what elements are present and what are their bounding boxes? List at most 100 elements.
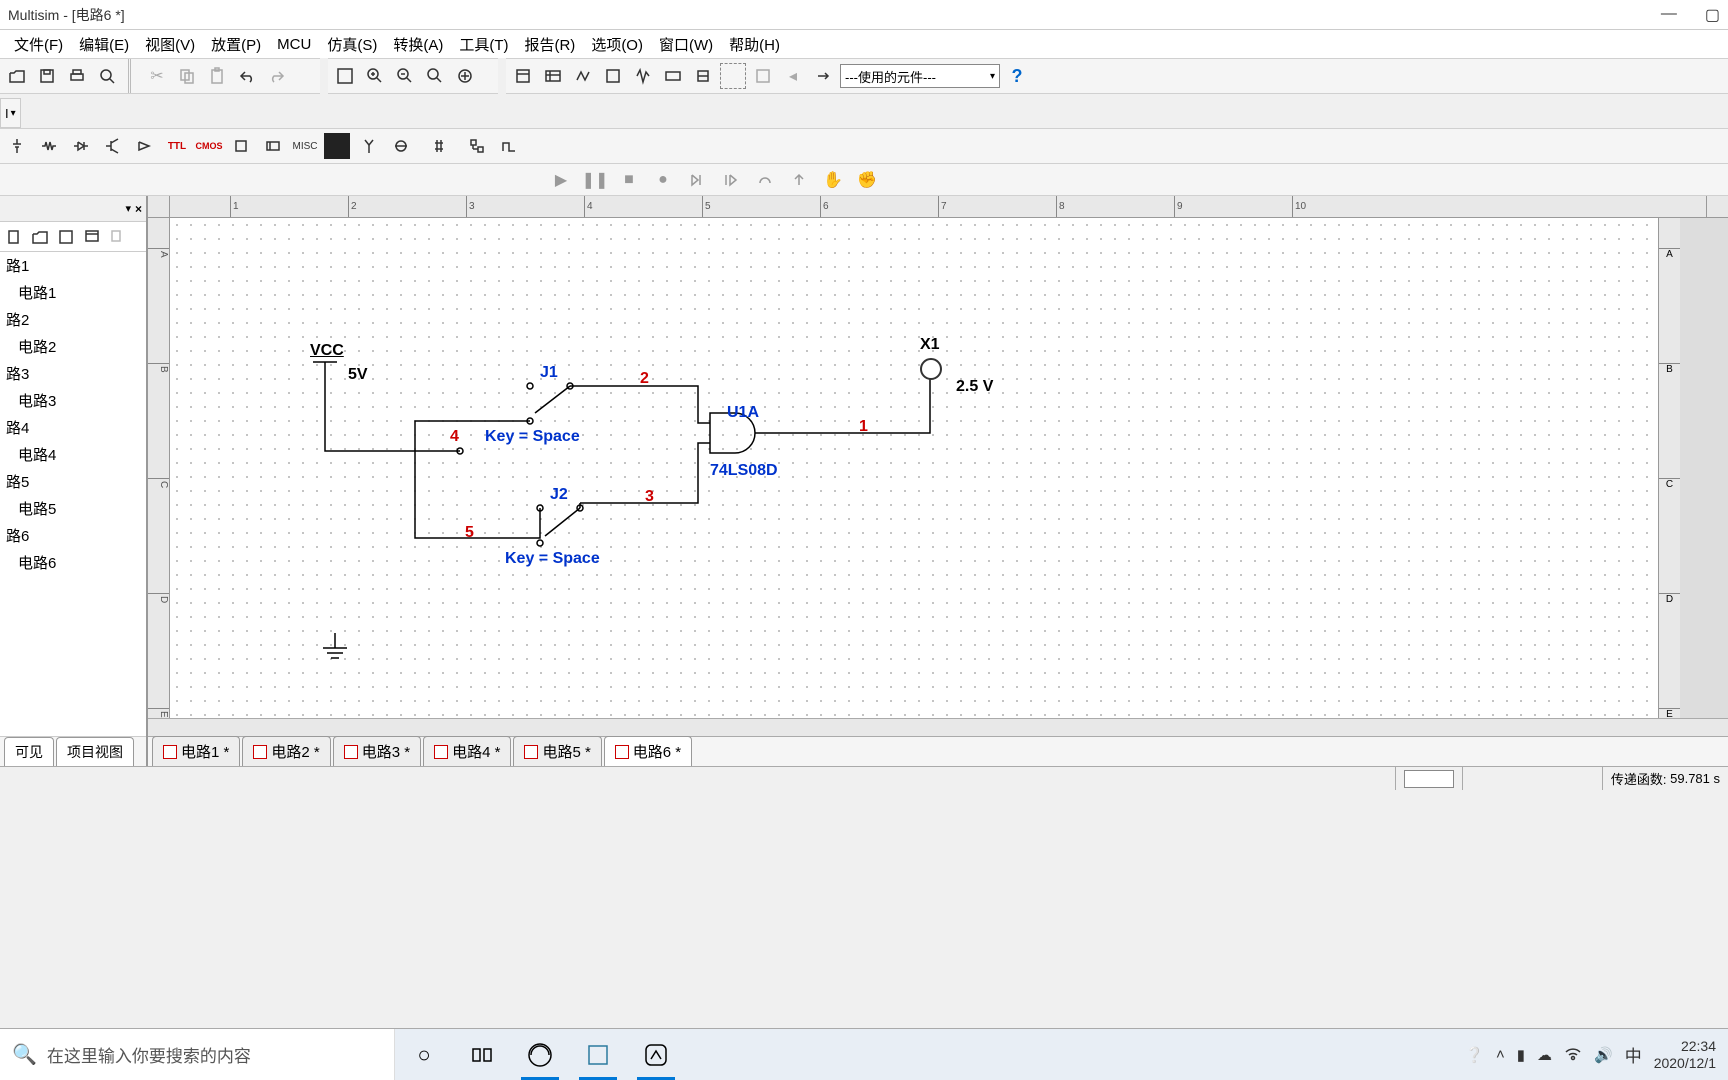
analog-icon[interactable] — [132, 133, 158, 159]
tree-child[interactable]: 电路6 — [0, 549, 146, 576]
pause-icon[interactable]: ❚❚ — [582, 167, 608, 193]
panel-tab[interactable]: 可见 — [4, 737, 54, 766]
menu-e[interactable]: 编辑(E) — [71, 34, 137, 55]
tb-icon-3[interactable] — [570, 63, 596, 89]
tb-icon-9[interactable] — [750, 63, 776, 89]
tree-node[interactable]: 路4 — [0, 414, 146, 441]
panel-tab[interactable]: 项目视图 — [56, 737, 134, 766]
menu-t[interactable]: 工具(T) — [451, 34, 516, 55]
tree-child[interactable]: 电路1 — [0, 279, 146, 306]
tb-icon-6[interactable] — [660, 63, 686, 89]
menu-a[interactable]: 转换(A) — [385, 34, 451, 55]
doc-tab[interactable]: 电路6 * — [604, 736, 692, 766]
fullsheet-icon[interactable] — [332, 63, 358, 89]
tray-clock[interactable]: 22:34 2020/12/1 — [1654, 1038, 1716, 1072]
tray-battery-icon[interactable]: ▮ — [1517, 1046, 1525, 1064]
tb-icon-2[interactable] — [540, 63, 566, 89]
taskview-icon[interactable] — [453, 1029, 511, 1080]
tray-onedrive-icon[interactable]: ☁ — [1537, 1046, 1552, 1064]
window-icon[interactable] — [82, 227, 102, 247]
zoom-fit-icon[interactable] — [452, 63, 478, 89]
mixed-icon[interactable] — [260, 133, 286, 159]
zoom-in-icon[interactable] — [362, 63, 388, 89]
tray-chevron-icon[interactable]: ˄ — [1496, 1046, 1505, 1063]
doc-tab[interactable]: 电路4 * — [423, 736, 511, 766]
basic-icon[interactable] — [36, 133, 62, 159]
step-into-icon[interactable] — [718, 167, 744, 193]
indicator-tool[interactable]: I ▾ — [0, 98, 21, 128]
tree-node[interactable]: 路1 — [0, 252, 146, 279]
record-icon[interactable]: ● — [650, 167, 676, 193]
step-out-icon[interactable] — [786, 167, 812, 193]
transistor-icon[interactable] — [100, 133, 126, 159]
menu-mcu[interactable]: MCU — [269, 36, 319, 53]
cut-icon[interactable]: ✂ — [144, 63, 170, 89]
zoom-area-icon[interactable] — [422, 63, 448, 89]
menu-s[interactable]: 仿真(S) — [319, 34, 385, 55]
window-minimize-icon[interactable]: ― — [1661, 5, 1677, 25]
design-tree[interactable]: 路1电路1路2电路2路3电路3路4电路4路5电路5路6电路6 — [0, 252, 146, 736]
menu-p[interactable]: 放置(P) — [203, 34, 269, 55]
status-combo[interactable] — [1404, 770, 1454, 788]
app-multisim-icon[interactable] — [569, 1029, 627, 1080]
redo-icon[interactable] — [264, 63, 290, 89]
copy-design-icon[interactable] — [108, 227, 128, 247]
net-icon[interactable] — [496, 133, 522, 159]
menu-v[interactable]: 视图(V) — [137, 34, 203, 55]
undo-icon[interactable] — [234, 63, 260, 89]
source-icon[interactable] — [4, 133, 30, 159]
zoom-out-icon[interactable] — [392, 63, 418, 89]
hier-icon[interactable] — [464, 133, 490, 159]
tb-icon-5[interactable] — [630, 63, 656, 89]
open-design-icon[interactable] — [30, 227, 50, 247]
probe-icon[interactable] — [920, 358, 942, 380]
ttl-icon[interactable]: TTL — [164, 133, 190, 159]
doc-tab[interactable]: 电路2 * — [242, 736, 330, 766]
window-maximize-icon[interactable]: ▢ — [1705, 5, 1720, 25]
tb-icon-4[interactable] — [600, 63, 626, 89]
step-over-icon[interactable] — [752, 167, 778, 193]
tb-icon-8[interactable] — [720, 63, 746, 89]
save-design-icon[interactable] — [56, 227, 76, 247]
tree-node[interactable]: 路2 — [0, 306, 146, 333]
taskbar-search[interactable]: 🔍 在这里输入你要搜索的内容 — [0, 1029, 395, 1080]
tree-node[interactable]: 路6 — [0, 522, 146, 549]
tb-icon-7[interactable] — [690, 63, 716, 89]
edge-icon[interactable] — [511, 1029, 569, 1080]
pin-icon[interactable]: ▾ — [125, 202, 131, 215]
tree-child[interactable]: 电路5 — [0, 495, 146, 522]
digital-icon[interactable] — [228, 133, 254, 159]
print-icon[interactable] — [64, 63, 90, 89]
doc-tab[interactable]: 电路3 * — [333, 736, 421, 766]
schematic-canvas[interactable]: VCC 5V J1 Key = Space J2 Key = Space U1A… — [170, 218, 1658, 718]
doc-tab[interactable]: 电路5 * — [513, 736, 601, 766]
new-design-icon[interactable] — [4, 227, 24, 247]
menu-w[interactable]: 窗口(W) — [651, 34, 721, 55]
tree-child[interactable]: 电路3 — [0, 387, 146, 414]
step-icon[interactable] — [684, 167, 710, 193]
menu-f[interactable]: 文件(F) — [6, 34, 71, 55]
print-preview-icon[interactable] — [94, 63, 120, 89]
menu-o[interactable]: 选项(O) — [583, 34, 651, 55]
cmos-icon[interactable]: CMOS — [196, 133, 222, 159]
diode-icon[interactable] — [68, 133, 94, 159]
electromech-icon[interactable] — [388, 133, 414, 159]
tray-ime[interactable]: 中 — [1625, 1042, 1642, 1067]
tb-icon-1[interactable] — [510, 63, 536, 89]
tree-node[interactable]: 路5 — [0, 468, 146, 495]
menu-h[interactable]: 帮助(H) — [721, 34, 788, 55]
open-icon[interactable] — [4, 63, 30, 89]
tray-volume-icon[interactable]: 🔊 — [1594, 1046, 1613, 1064]
hand-icon[interactable]: ✋ — [820, 167, 846, 193]
menu-r[interactable]: 报告(R) — [516, 34, 583, 55]
tb-icon-10[interactable]: ◂ — [780, 63, 806, 89]
tb-icon-11[interactable] — [810, 63, 836, 89]
indicator-icon[interactable]: MISC — [292, 133, 318, 159]
bus-icon[interactable] — [426, 133, 452, 159]
app-dock-icon[interactable] — [627, 1029, 685, 1080]
stop-icon[interactable]: ■ — [616, 167, 642, 193]
horizontal-scrollbar[interactable] — [148, 718, 1728, 736]
tree-node[interactable]: 路3 — [0, 360, 146, 387]
tree-child[interactable]: 电路4 — [0, 441, 146, 468]
power-icon[interactable] — [324, 133, 350, 159]
